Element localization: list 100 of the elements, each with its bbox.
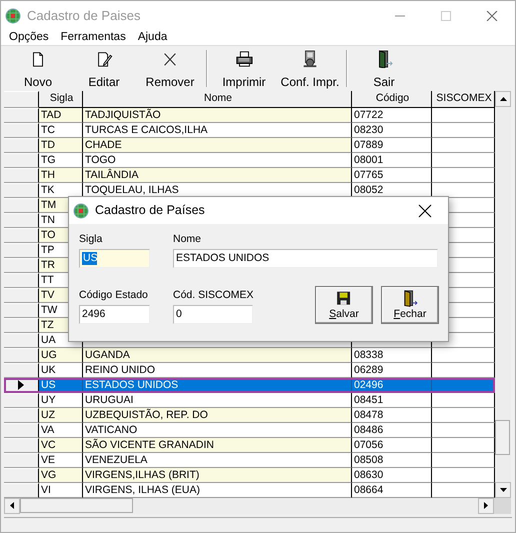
table-cell: TH	[39, 168, 83, 183]
row-header-cell[interactable]	[4, 318, 39, 333]
column-header[interactable]: Sigla	[39, 90, 83, 108]
table-cell: UG	[39, 348, 83, 363]
table-cell: TADJIQUISTÃO	[83, 108, 352, 123]
scroll-left-button[interactable]	[4, 498, 20, 514]
table-cell: UZBEQUISTÃO, REP. DO	[83, 408, 352, 423]
table-cell: REINO UNIDO	[83, 362, 352, 378]
row-header-cell[interactable]	[4, 468, 39, 483]
toolbar-button[interactable]: Imprimir	[211, 48, 277, 91]
table-cell: 07889	[352, 138, 432, 153]
row-header-cell[interactable]	[4, 332, 39, 348]
table-cell: 08230	[352, 122, 432, 138]
table-cell: 07722	[352, 108, 432, 123]
left-arrow-icon	[10, 502, 14, 510]
toolbar-button[interactable]: Conf. Impr.	[277, 48, 343, 91]
row-header-cell[interactable]	[4, 198, 39, 213]
row-header-cell[interactable]	[4, 452, 39, 468]
table-cell: 08508	[352, 452, 432, 468]
table-cell	[432, 378, 495, 393]
table-cell: SÃO VICENTE GRANADIN	[83, 438, 352, 453]
table-cell: ESTADOS UNIDOS	[83, 378, 352, 393]
input-field[interactable]: ESTADOS UNIDOS	[173, 248, 438, 268]
down-arrow-icon	[500, 488, 506, 492]
toolbar-button[interactable]: Editar	[71, 48, 137, 91]
menu-item[interactable]: Ajuda	[132, 30, 174, 45]
scrollbar-thumb[interactable]	[495, 420, 510, 455]
table-cell: UK	[39, 362, 83, 378]
table-cell: UGANDA	[83, 348, 352, 363]
row-header-cell[interactable]	[4, 228, 39, 243]
field-label: Nome	[173, 232, 202, 247]
scroll-down-button[interactable]	[495, 482, 511, 498]
row-header-cell[interactable]	[4, 272, 39, 288]
table-cell: TD	[39, 138, 83, 153]
input-field[interactable]: 2496	[79, 304, 150, 324]
row-header-cell[interactable]	[4, 288, 39, 303]
printer-icon	[234, 50, 254, 68]
table-cell: 08486	[352, 422, 432, 438]
table-cell: 08001	[352, 152, 432, 168]
row-header-cell[interactable]	[4, 408, 39, 423]
row-header-cell[interactable]	[4, 378, 39, 393]
table-cell: VIRGENS,ILHAS (BRIT)	[83, 468, 352, 483]
up-arrow-icon	[500, 96, 506, 101]
column-header[interactable]: Nome	[83, 90, 352, 108]
row-header-cell[interactable]	[4, 258, 39, 273]
toolbar-button[interactable]: Novo	[5, 48, 71, 91]
row-header-cell[interactable]	[4, 302, 39, 318]
field-label: Cód. SISCOMEX	[173, 288, 255, 303]
horizontal-scrollbar[interactable]	[4, 498, 511, 514]
scrollbar-thumb[interactable]	[20, 498, 133, 513]
close-button[interactable]	[417, 204, 433, 218]
table-cell: 02496	[352, 378, 432, 393]
row-header-cell[interactable]	[4, 392, 39, 408]
scroll-up-button[interactable]	[495, 90, 511, 107]
table-cell: 08478	[352, 408, 432, 423]
table-cell: VG	[39, 468, 83, 483]
row-header-cell[interactable]	[4, 168, 39, 183]
column-header[interactable]: SISCOMEX	[432, 90, 495, 108]
app-icon	[73, 202, 89, 218]
table-cell: 08338	[352, 348, 432, 363]
row-header-cell[interactable]	[4, 362, 39, 378]
table-cell: TAILÂNDIA	[83, 168, 352, 183]
toolbar-button[interactable]: Remover	[137, 48, 203, 91]
scroll-right-button[interactable]	[478, 498, 494, 514]
input-field[interactable]: 0	[173, 304, 253, 324]
menu-item[interactable]: Opções	[3, 30, 55, 45]
table-cell: 08451	[352, 392, 432, 408]
dialog-button[interactable]: Salvar	[315, 286, 373, 324]
app-icon	[5, 8, 21, 24]
selected-row[interactable]: US ESTADOS UNIDOS 02496	[4, 378, 495, 393]
dialog-button[interactable]: Fechar	[381, 286, 439, 324]
header-corner-cell	[4, 90, 39, 108]
row-header-cell[interactable]	[4, 482, 39, 498]
row-header-cell[interactable]	[4, 108, 39, 123]
row-pointer-icon	[18, 380, 24, 390]
row-header-cell[interactable]	[4, 438, 39, 453]
scrollbar-corner	[494, 498, 511, 514]
table-cell: UZ	[39, 408, 83, 423]
row-header-cell[interactable]	[4, 242, 39, 258]
row-header-cell[interactable]	[4, 182, 39, 198]
vertical-scrollbar[interactable]	[495, 90, 511, 498]
row-header-cell[interactable]	[4, 212, 39, 228]
table-cell: 08630	[352, 468, 432, 483]
table-cell: 07765	[352, 168, 432, 183]
table-cell: VC	[39, 438, 83, 453]
right-arrow-icon	[484, 502, 488, 510]
row-header-cell[interactable]	[4, 422, 39, 438]
row-header-cell[interactable]	[4, 152, 39, 168]
table-cell: 06289	[352, 362, 432, 378]
table-cell: US	[39, 378, 83, 393]
table-cell: 07056	[352, 438, 432, 453]
column-header[interactable]: Código	[352, 90, 432, 108]
row-header-cell[interactable]	[4, 122, 39, 138]
menu-item[interactable]: Ferramentas	[54, 30, 132, 45]
row-header-cell[interactable]	[4, 138, 39, 153]
row-header-cell[interactable]	[4, 348, 39, 363]
window-title: Cadastro de Paises	[27, 6, 140, 25]
table-cell: CHADE	[83, 138, 352, 153]
table-cell: TAD	[39, 108, 83, 123]
toolbar-button[interactable]: Sair	[351, 48, 417, 91]
